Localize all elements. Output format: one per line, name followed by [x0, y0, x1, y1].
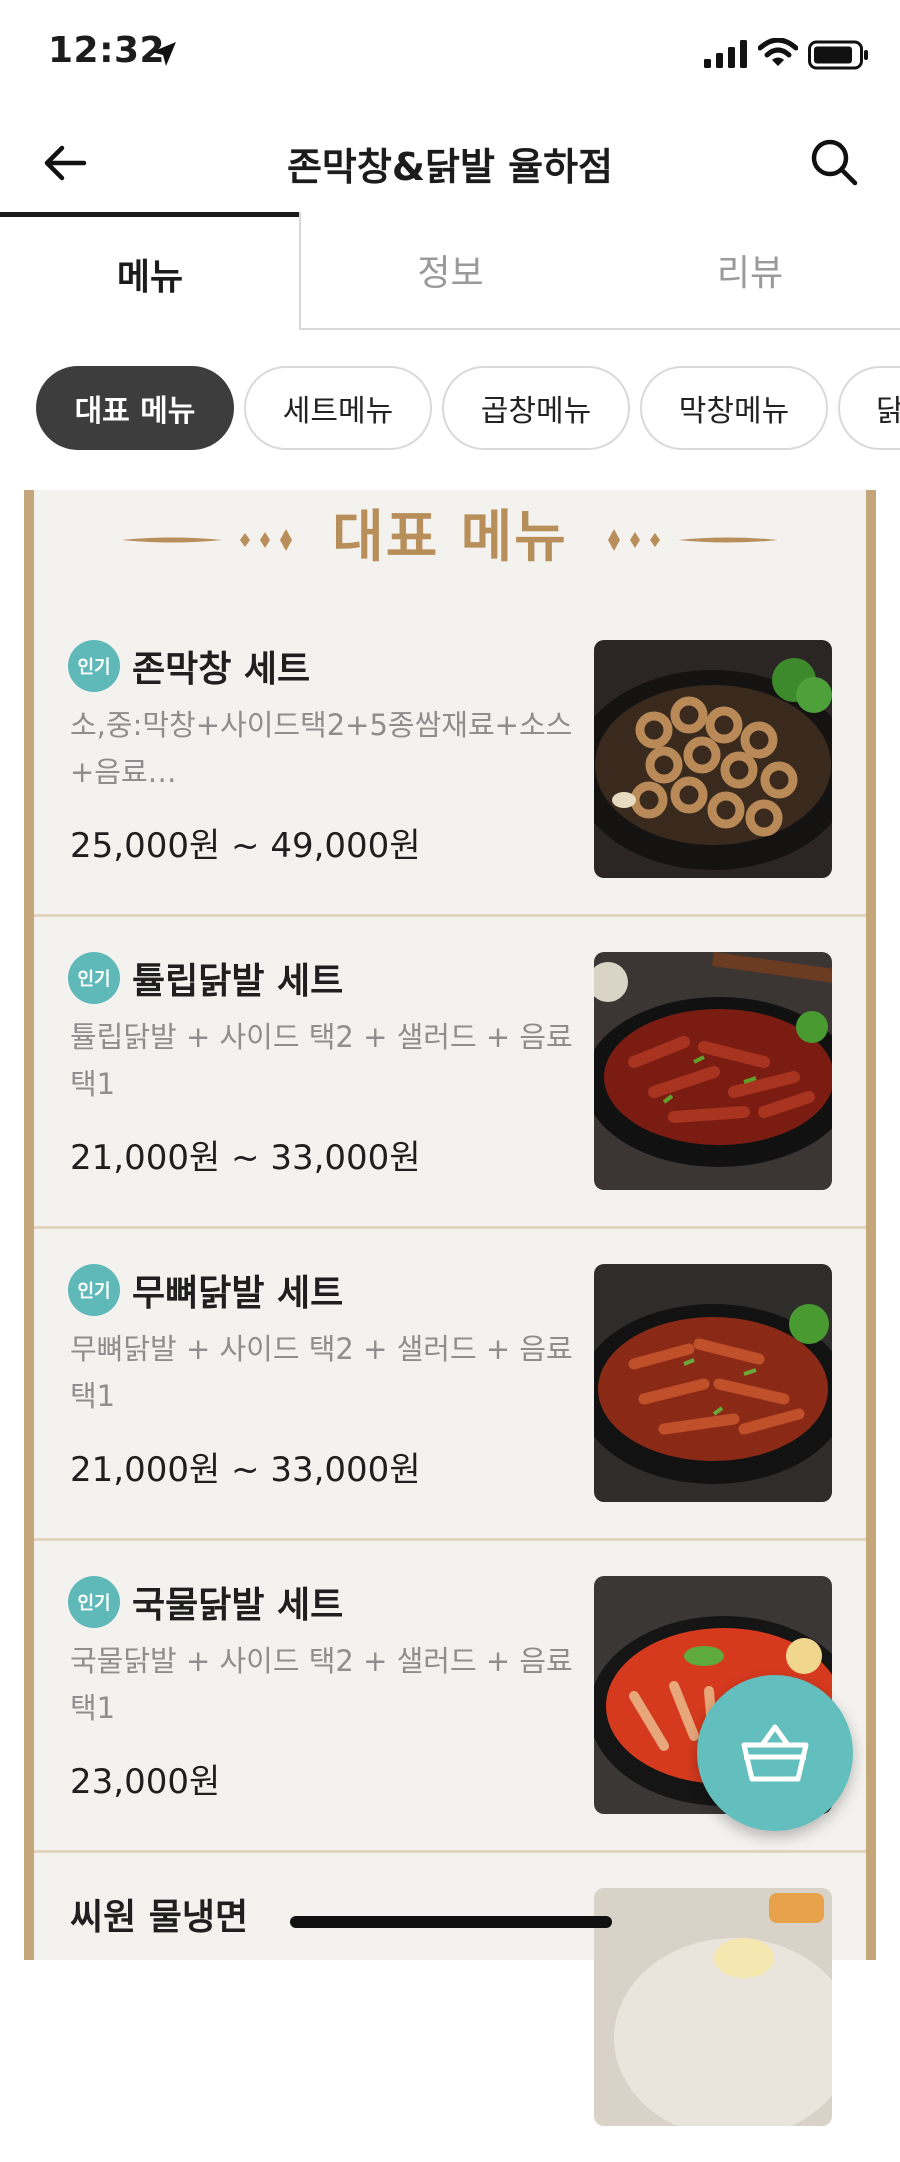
- cart-button[interactable]: [697, 1675, 853, 1831]
- chip-set-menu[interactable]: 세트메뉴: [244, 366, 432, 450]
- wifi-icon: [758, 38, 798, 66]
- popular-badge: 인기: [68, 640, 120, 692]
- menu-item-name: 존막창 세트: [132, 649, 311, 690]
- search-icon[interactable]: [808, 136, 860, 188]
- menu-item-description: 튤립닭발 + 사이드 택2 + 샐러드 + 음료 택1: [70, 1020, 573, 1101]
- popular-badge: 인기: [68, 952, 120, 1004]
- status-bar: 12:32: [0, 0, 900, 110]
- home-indicator: [290, 1916, 612, 1928]
- tab-bar: 메뉴 정보 리뷰: [0, 212, 900, 330]
- location-arrow-icon: [152, 42, 176, 66]
- tab-label: 정보: [417, 253, 484, 294]
- battery-icon: [808, 40, 868, 70]
- chip-gopchang-menu[interactable]: 곱창메뉴: [442, 366, 630, 450]
- tab-info[interactable]: 정보: [299, 212, 600, 330]
- chip-signature-menu[interactable]: 대표 메뉴: [36, 366, 234, 450]
- menu-item-description: 국물닭발 + 사이드 택2 + 샐러드 + 음료 택1: [70, 1644, 573, 1725]
- basket-icon: [741, 1724, 809, 1782]
- chip-makchang-menu[interactable]: 막창메뉴: [640, 366, 828, 450]
- app-header: 존막창&닭발 율하점: [0, 110, 900, 215]
- popular-badge: 인기: [68, 1576, 120, 1628]
- popular-badge: 인기: [68, 1264, 120, 1316]
- menu-item[interactable]: 씨원 물냉면: [34, 1850, 866, 2162]
- menu-item-name: 국물닭발 세트: [132, 1585, 344, 1626]
- status-time: 12:32: [48, 30, 166, 71]
- chip-chicken-feet[interactable]: 닭발: [838, 366, 900, 450]
- page-title: 존막창&닭발 율하점: [286, 145, 614, 189]
- tab-reviews[interactable]: 리뷰: [600, 212, 900, 330]
- menu-item-name: 무뼈닭발 세트: [132, 1273, 344, 1314]
- category-chip-row: 대표 메뉴 세트메뉴 곱창메뉴 막창메뉴 닭발: [0, 366, 900, 452]
- menu-item[interactable]: 인기 무뼈닭발 세트 무뼈닭발 + 사이드 택2 + 샐러드 + 음료 택1 2…: [34, 1226, 866, 1541]
- menu-item-description: 소,중:막창+사이드택2+5종쌈재료+소스+음료…: [70, 708, 573, 789]
- menu-item-price: 25,000원 ~ 49,000원: [70, 826, 421, 866]
- boneless-chicken-feet-photo: [594, 1264, 832, 1502]
- menu-item-description: 무뼈닭발 + 사이드 택2 + 샐러드 + 음료 택1: [70, 1332, 573, 1413]
- cellular-signal-icon: [704, 40, 747, 68]
- tab-label: 리뷰: [716, 253, 784, 294]
- menu-item[interactable]: 인기 튤립닭발 세트 튤립닭발 + 사이드 택2 + 샐러드 + 음료 택1 2…: [34, 914, 866, 1229]
- menu-item-name: 씨원 물냉면: [70, 1897, 249, 1938]
- menu-item-price: 21,000원 ~ 33,000원: [70, 1450, 421, 1490]
- menu-item-price: 21,000원 ~ 33,000원: [70, 1138, 421, 1178]
- menu-item-name: 튤립닭발 세트: [132, 961, 344, 1002]
- cold-noodle-photo: [594, 1888, 832, 2126]
- menu-item-price: 23,000원: [70, 1762, 221, 1802]
- tulip-chicken-feet-photo: [594, 952, 832, 1190]
- menu-item[interactable]: 인기 존막창 세트 소,중:막창+사이드택2+5종쌈재료+소스+음료… 25,0…: [34, 490, 866, 917]
- tab-menu[interactable]: 메뉴: [0, 212, 300, 330]
- grilled-makchang-photo: [594, 640, 832, 878]
- tab-label: 메뉴: [116, 256, 184, 298]
